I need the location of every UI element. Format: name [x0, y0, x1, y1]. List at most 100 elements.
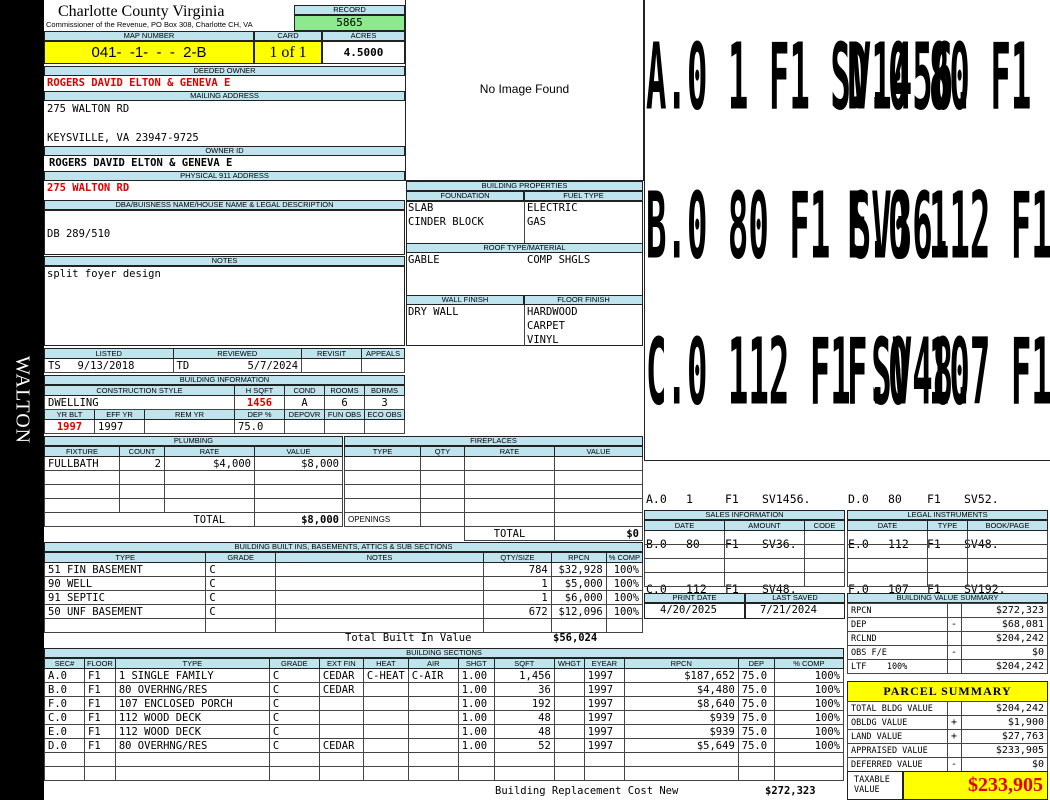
empty-cell [737, 752, 775, 767]
empty-cell [464, 470, 555, 485]
legal-col-bookpage: BOOK/PAGE [967, 520, 1048, 531]
table-cell: F1 [84, 668, 116, 683]
table-cell: F1 [84, 724, 116, 739]
deeded-owner: ROGERS DAVID ELTON & GENEVA E [47, 77, 231, 89]
summary-value: $204,242 [961, 631, 1048, 646]
parcel-sign [947, 701, 962, 716]
plumbing-total: $8,000 [254, 512, 343, 527]
empty-cell [554, 456, 643, 471]
fuel-2: GAS [527, 216, 546, 228]
summary-label: LTF 100% [847, 659, 948, 674]
table-cell [553, 682, 585, 697]
sales-col-amount: AMOUNT [724, 520, 805, 531]
table-cell [362, 724, 409, 739]
empty-cell [44, 484, 120, 499]
empty-cell [407, 766, 459, 781]
table-cell: C [268, 682, 320, 697]
builtins-table: TYPE GRADE NOTES QTY/SIZE RPCN% COMP 51 FIN … [43, 552, 644, 633]
builtins-total-label: Total Built In Value [345, 632, 472, 644]
sections-col-heat: HEAT [362, 658, 409, 669]
building-information-title: BUILDING INFORMATION [44, 375, 405, 385]
wall-finish-label: WALL FINISH [406, 295, 524, 305]
table-cell: E.0 [44, 724, 85, 739]
fireplace-col-value: VALUE [554, 446, 643, 457]
empty-cell [44, 752, 85, 767]
empty-cell [554, 498, 643, 513]
empty-cell [421, 527, 465, 541]
table-cell [318, 724, 364, 739]
builtin-comp: 100% [605, 590, 644, 605]
fireplaces-title: FIREPLACES [344, 436, 643, 446]
table-cell: F1 [84, 682, 116, 697]
table-cell [553, 696, 585, 711]
builtin-notes [274, 576, 485, 591]
notes-text: split foyer design [47, 268, 161, 280]
empty-cell [623, 752, 739, 767]
building-properties-title: BUILDING PROPERTIES [406, 181, 643, 191]
empty-cell [927, 544, 968, 559]
notes-label: NOTES [44, 256, 405, 266]
owner-id: ROGERS DAVID ELTON & GENEVA E [49, 157, 233, 169]
parcel-sign [947, 743, 962, 758]
empty-cell [164, 470, 255, 485]
plumbing-rate: $4,000 [164, 456, 255, 471]
legal-col-type: TYPE [927, 520, 968, 531]
table-cell: B.0 [44, 682, 85, 697]
ecoobs-label: ECO OBS [364, 409, 405, 420]
taxable-value-label: TAXABLE VALUE [854, 775, 890, 795]
taxable-value-label-box: TAXABLE VALUE [847, 771, 903, 800]
empty-cell [605, 618, 644, 633]
physical-address: 275 WALTON RD [47, 182, 130, 194]
table-cell: 75.0 [737, 710, 775, 725]
empty-cell [44, 470, 120, 485]
replacement-cost: $272,323 [765, 785, 816, 797]
card-label: CARD [254, 31, 322, 41]
roof-material: COMP SHGLS [527, 254, 591, 266]
table-cell [318, 696, 364, 711]
empty-cell [493, 766, 555, 781]
record-label: RECORD [294, 5, 405, 15]
builtin-notes [274, 604, 485, 619]
fuel-1: ELECTRIC [527, 202, 578, 214]
empty-cell [420, 484, 465, 499]
empty-cell [362, 752, 409, 767]
parcel-value: $0 [961, 757, 1048, 772]
fireplaces-table: TYPE QTY RATE VALUE OPENINGS TOTAL $0 [344, 446, 643, 541]
table-cell: 107 ENCLOSED PORCH [114, 696, 270, 711]
parcel-sign: + [947, 729, 962, 744]
empty-cell [847, 572, 928, 587]
builtin-grade: C [205, 576, 276, 591]
depovr-cell [284, 419, 325, 434]
empty-cell [420, 512, 465, 527]
table-cell: 100% [773, 668, 845, 683]
empty-cell [119, 498, 165, 513]
construction-style-label: CONSTRUCTION STYLE [44, 385, 235, 396]
builtin-notes [274, 590, 485, 605]
table-cell: 1997 [583, 696, 625, 711]
empty-cell [457, 752, 495, 767]
builtin-qty: 784 [483, 562, 552, 577]
card-value: 1 of 1 [269, 44, 307, 61]
parcel-value: $1,900 [961, 715, 1048, 730]
table-cell: C [268, 696, 320, 711]
table-cell [362, 738, 409, 753]
empty-cell [967, 558, 1048, 573]
table-cell: F1 [84, 710, 116, 725]
table-cell: C [268, 710, 320, 725]
summary-label: RPCN [847, 603, 948, 618]
plumbing-value: $8,000 [254, 456, 343, 471]
table-cell [553, 710, 585, 725]
acres-value: 4.5000 [343, 46, 384, 59]
empty-cell [554, 512, 643, 527]
builtin-qty: 1 [483, 590, 552, 605]
table-cell: 48 [493, 724, 555, 739]
listing-table: LISTED REVIEWED REVISIT APPEALS TS 9/13/2018… [44, 348, 405, 373]
empty-cell [737, 766, 775, 781]
cond: A [284, 395, 325, 410]
revisit-label: REVISIT [301, 348, 363, 359]
floor-finish-3: VINYL [527, 334, 559, 346]
empty-cell [464, 512, 555, 527]
empty-cell [254, 484, 343, 499]
table-cell [318, 710, 364, 725]
table-cell: C [268, 668, 320, 683]
